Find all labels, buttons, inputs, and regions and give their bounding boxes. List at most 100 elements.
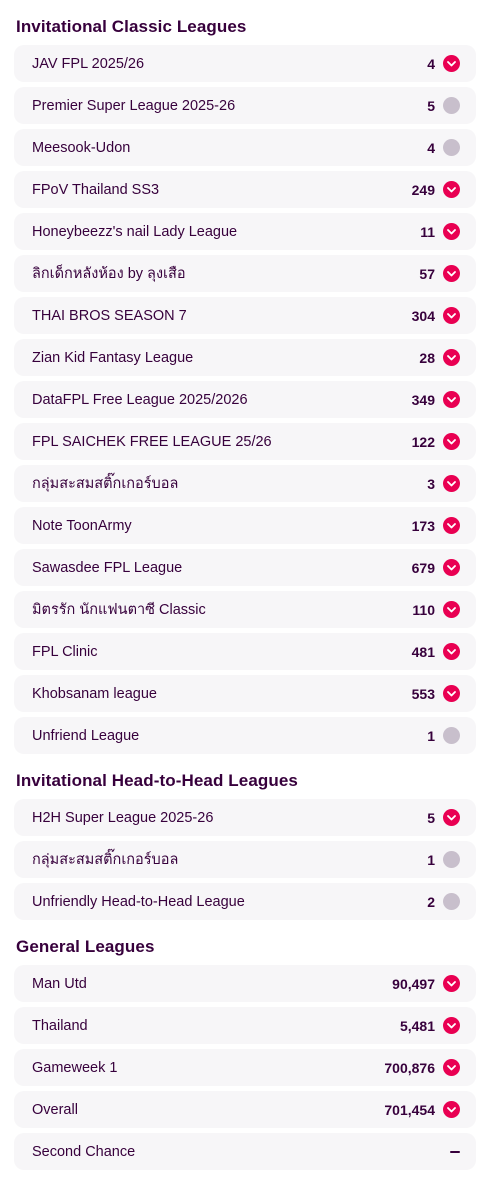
league-name: ลิกเด็กหลังห้อง by ลุงเสือ <box>32 266 186 282</box>
league-rank: 349 <box>411 391 435 408</box>
league-row[interactable]: Unfriend League 1 <box>14 717 476 754</box>
league-rank: 304 <box>411 307 435 324</box>
league-name: THAI BROS SEASON 7 <box>32 307 187 324</box>
league-name: Unfriendly Head-to-Head League <box>32 893 245 910</box>
league-name: FPoV Thailand SS3 <box>32 181 160 198</box>
league-row[interactable]: Meesook-Udon 4 <box>14 129 476 166</box>
no-change-dot-icon <box>443 97 460 114</box>
league-row[interactable]: มิตรรัก นักแฟนตาซี Classic 110 <box>14 591 476 628</box>
league-name: มิตรรัก นักแฟนตาซี Classic <box>32 602 206 618</box>
league-row[interactable]: Unfriendly Head-to-Head League 2 <box>14 883 476 920</box>
league-row[interactable]: Thailand 5,481 <box>14 1007 476 1044</box>
league-name: Sawasdee FPL League <box>32 559 183 576</box>
league-row[interactable]: Sawasdee FPL League 679 <box>14 549 476 586</box>
league-name: JAV FPL 2025/26 <box>32 55 145 72</box>
league-row[interactable]: THAI BROS SEASON 7 304 <box>14 297 476 334</box>
chevron-down-icon <box>443 223 460 240</box>
league-row[interactable]: FPoV Thailand SS3 249 <box>14 171 476 208</box>
chevron-down-icon <box>443 601 460 618</box>
league-rank: 28 <box>419 349 435 366</box>
league-name: กลุ่มสะสมสติ๊กเกอร์บอล <box>32 476 179 492</box>
chevron-down-icon <box>443 559 460 576</box>
chevron-down-icon <box>443 643 460 660</box>
league-rank: 1 <box>427 727 435 744</box>
chevron-down-icon <box>443 265 460 282</box>
league-row[interactable]: Gameweek 1 700,876 <box>14 1049 476 1086</box>
league-row[interactable]: DataFPL Free League 2025/2026 349 <box>14 381 476 418</box>
no-change-dot-icon <box>443 893 460 910</box>
league-rank: 5,481 <box>399 1017 435 1034</box>
league-name: Overall <box>32 1101 78 1118</box>
chevron-down-icon <box>443 1101 460 1118</box>
league-name: FPL Clinic <box>32 643 98 660</box>
section-title: Invitational Classic Leagues <box>16 17 247 36</box>
league-row[interactable]: H2H Super League 2025-26 5 <box>14 799 476 836</box>
league-row[interactable]: FPL Clinic 481 <box>14 633 476 670</box>
league-name: Note ToonArmy <box>32 517 132 534</box>
league-name: Unfriend League <box>32 727 140 744</box>
league-row[interactable]: Premier Super League 2025-26 5 <box>14 87 476 124</box>
chevron-down-icon <box>443 809 460 826</box>
chevron-down-icon <box>443 433 460 450</box>
chevron-down-icon <box>443 307 460 324</box>
league-row[interactable]: ลิกเด็กหลังห้อง by ลุงเสือ 57 <box>14 255 476 292</box>
league-list: Man Utd 90,497 Thailand 5,481 Gameweek 1 700,… <box>14 965 476 1170</box>
chevron-down-icon <box>443 685 460 702</box>
chevron-down-icon <box>443 475 460 492</box>
league-name: Premier Super League 2025-26 <box>32 97 236 114</box>
chevron-down-icon <box>443 391 460 408</box>
league-section-invitational-head-to-head-leagues: Invitational Head-to-Head Leagues H2H Sup… <box>14 768 476 920</box>
league-row[interactable]: กลุ่มสะสมสติ๊กเกอร์บอล 1 <box>14 841 476 878</box>
dash-icon <box>450 1143 460 1160</box>
league-rank: 173 <box>411 517 435 534</box>
no-change-dot-icon <box>443 727 460 744</box>
league-row[interactable]: Note ToonArmy 173 <box>14 507 476 544</box>
league-sections: Invitational Classic Leagues JAV FPL 2025… <box>14 0 476 1170</box>
league-row[interactable]: FPL SAICHEK FREE LEAGUE 25/26 122 <box>14 423 476 460</box>
league-rank: 1 <box>427 851 435 868</box>
chevron-down-icon <box>443 517 460 534</box>
league-row[interactable]: กลุ่มสะสมสติ๊กเกอร์บอล 3 <box>14 465 476 502</box>
league-rank: 11 <box>420 223 435 240</box>
league-name: H2H Super League 2025-26 <box>32 809 214 826</box>
league-rank: 122 <box>411 433 435 450</box>
chevron-down-icon <box>443 975 460 992</box>
league-row[interactable]: JAV FPL 2025/26 4 <box>14 45 476 82</box>
league-rank: 110 <box>412 601 435 618</box>
chevron-down-icon <box>443 1059 460 1076</box>
leagues-panel: Invitational Classic Leagues JAV FPL 2025… <box>0 0 490 1170</box>
league-rank: 249 <box>411 181 435 198</box>
league-rank: 5 <box>427 809 435 826</box>
league-name: กลุ่มสะสมสติ๊กเกอร์บอล <box>32 852 179 868</box>
dash-mark <box>450 1150 460 1153</box>
league-rank: 3 <box>427 475 435 492</box>
league-rank: 57 <box>419 265 435 282</box>
league-row[interactable]: Khobsanam league 553 <box>14 675 476 712</box>
league-rank: 4 <box>427 55 435 72</box>
league-section-general-leagues: General Leagues Man Utd 90,497 Thailand 5,48… <box>14 934 476 1170</box>
league-name: Thailand <box>32 1017 88 1034</box>
league-list: H2H Super League 2025-26 5 กลุ่มสะสมสติ๊กเ… <box>14 799 476 920</box>
league-row[interactable]: Man Utd 90,497 <box>14 965 476 1002</box>
league-rank: 481 <box>411 643 435 660</box>
league-row[interactable]: Honeybeezz's nail Lady League 11 <box>14 213 476 250</box>
league-rank: 679 <box>411 559 435 576</box>
chevron-down-icon <box>443 55 460 72</box>
league-rank: 90,497 <box>392 975 435 992</box>
league-rank: 2 <box>427 893 435 910</box>
league-rank: 700,876 <box>384 1059 435 1076</box>
league-name: Meesook-Udon <box>32 139 131 156</box>
league-row[interactable]: Second Chance <box>14 1133 476 1170</box>
league-name: Gameweek 1 <box>32 1059 118 1076</box>
league-list: JAV FPL 2025/26 4 Premier Super League 202… <box>14 45 476 754</box>
league-rank: 553 <box>411 685 435 702</box>
league-name: Man Utd <box>32 975 87 992</box>
league-section-invitational-classic-leagues: Invitational Classic Leagues JAV FPL 2025… <box>14 0 476 754</box>
league-name: FPL SAICHEK FREE LEAGUE 25/26 <box>32 433 272 450</box>
no-change-dot-icon <box>443 851 460 868</box>
league-row[interactable]: Overall 701,454 <box>14 1091 476 1128</box>
chevron-down-icon <box>443 181 460 198</box>
section-title: General Leagues <box>16 937 155 956</box>
league-row[interactable]: Zian Kid Fantasy League 28 <box>14 339 476 376</box>
section-title: Invitational Head-to-Head Leagues <box>16 771 298 790</box>
